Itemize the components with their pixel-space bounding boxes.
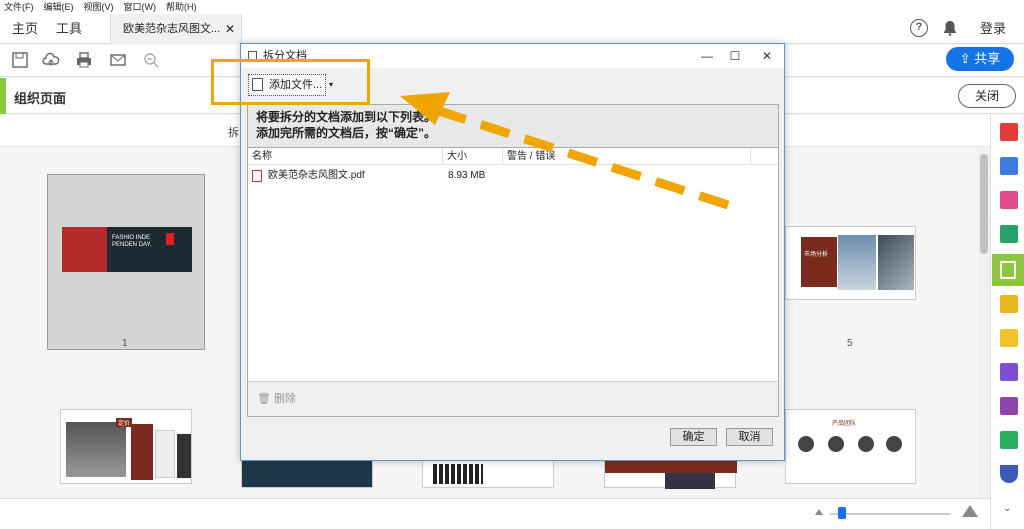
menu-file[interactable]: 文件(F): [4, 0, 34, 14]
page-1-title: FASHIO INDE PENDEN DAY.: [112, 235, 152, 248]
trash-icon: 🗑: [257, 393, 275, 405]
page-1-image: FASHIO INDE PENDEN DAY.: [62, 227, 192, 272]
split-icon: [1000, 261, 1016, 279]
organize-pages-icon[interactable]: [1000, 191, 1018, 209]
page-thumbnail-8[interactable]: [422, 458, 554, 488]
file-name: 欧美范杂志风图文.pdf: [268, 170, 365, 181]
page-10-avatar-3: [858, 436, 874, 452]
zoom-small-icon[interactable]: [815, 509, 823, 515]
menu-edit[interactable]: 编辑(E): [44, 0, 74, 14]
share-button[interactable]: ⇪ 共享: [946, 47, 1014, 71]
print-icon[interactable]: [75, 51, 93, 69]
file-list-footer: [247, 381, 779, 417]
dashed-arrow-icon: [400, 92, 730, 210]
menu-view[interactable]: 视图(V): [84, 0, 114, 14]
zoom-slider-handle[interactable]: [838, 507, 846, 519]
help-icon[interactable]: ?: [910, 19, 928, 37]
zoom-slider-track[interactable]: [830, 513, 950, 515]
delete-button[interactable]: 🗑 删除: [257, 390, 296, 406]
page-5-title: 市场分析: [804, 252, 829, 258]
tab-document[interactable]: 欧美范杂志风图文... ✕: [110, 14, 242, 44]
highlight-box: [211, 59, 370, 105]
page-1-red-tag: [166, 233, 174, 245]
bell-icon[interactable]: [943, 20, 957, 36]
scrollbar-thumb[interactable]: [980, 154, 988, 254]
page-1-red-block: [62, 227, 107, 272]
page-6-title: 定价: [116, 418, 133, 427]
right-tool-panel: ⌄: [990, 115, 1024, 529]
page-6-price-card-1: [131, 424, 153, 480]
page-9-banner: [605, 459, 737, 473]
combine-files-icon[interactable]: [1000, 157, 1018, 175]
fill-sign-icon[interactable]: [1000, 363, 1018, 381]
menu-window[interactable]: 窗口(W): [124, 0, 157, 14]
page-thumbnail-1[interactable]: FASHIO INDE PENDEN DAY.: [47, 174, 205, 350]
export-pdf-icon[interactable]: [1000, 225, 1018, 243]
share-icon: ⇪: [959, 51, 975, 66]
page-10-avatar-1: [798, 436, 814, 452]
page-8-image: [433, 464, 483, 484]
page-thumbnail-7[interactable]: [241, 458, 373, 488]
minimize-icon[interactable]: —: [697, 47, 717, 65]
mail-icon[interactable]: [109, 51, 127, 69]
login-link[interactable]: 登录: [980, 18, 1006, 37]
share-label: 共享: [974, 51, 1001, 66]
zoom-large-icon[interactable]: [962, 505, 978, 517]
close-dialog-icon[interactable]: ✕: [757, 47, 777, 65]
save-icon[interactable]: [11, 51, 29, 69]
maximize-icon[interactable]: ☐: [725, 47, 745, 65]
chevron-down-icon[interactable]: ⌄: [1003, 503, 1011, 514]
page-5-red-panel: [801, 237, 837, 287]
tab-home[interactable]: 主页: [12, 14, 38, 44]
page-10-avatar-2: [828, 436, 844, 452]
page-5-photo-2: [878, 235, 914, 290]
page-thumbnail-6[interactable]: 定价: [60, 409, 192, 484]
page-10-title: 产品团队: [832, 421, 857, 427]
close-tab-icon[interactable]: ✕: [225, 14, 235, 44]
bottom-bar: [0, 498, 990, 529]
menu-bar: 文件(F) 编辑(E) 视图(V) 窗口(W) 帮助(H): [0, 0, 1024, 14]
create-pdf-icon[interactable]: [1000, 123, 1018, 141]
tab-bar: 主页 工具 欧美范杂志风图文... ✕: [0, 14, 1024, 44]
comment-icon[interactable]: [1000, 329, 1018, 347]
split-tool-active[interactable]: [992, 254, 1024, 286]
page-6-price-card-2: [155, 430, 175, 478]
delete-label: 删除: [274, 393, 297, 405]
page-6-photo: [66, 422, 126, 477]
page-number-1: 1: [122, 338, 128, 349]
page-9-photo: [665, 473, 715, 489]
upload-cloud-icon[interactable]: [42, 51, 60, 69]
tab-tools[interactable]: 工具: [56, 14, 82, 44]
page-number-5: 5: [847, 338, 853, 349]
page-thumbnail-5[interactable]: 市场分析: [785, 226, 916, 300]
split-label: 拆: [228, 127, 239, 139]
protect-shield-icon[interactable]: [1000, 465, 1018, 483]
organize-accent: [0, 78, 6, 114]
edit-pdf-icon[interactable]: [1000, 295, 1018, 313]
menu-help[interactable]: 帮助(H): [166, 0, 197, 14]
page-6-price-card-3: [177, 434, 191, 478]
zoom-out-icon[interactable]: [142, 51, 160, 69]
cancel-button[interactable]: 取消: [726, 428, 773, 446]
tab-document-label: 欧美范杂志风图文...: [123, 23, 221, 35]
pdf-file-icon: [252, 170, 262, 182]
close-organize-button[interactable]: 关闭: [958, 84, 1016, 108]
page-thumbnail-10[interactable]: 产品团队: [785, 409, 916, 484]
page-10-avatar-4: [886, 436, 902, 452]
vertical-scrollbar[interactable]: [978, 148, 990, 498]
organize-title: 组织页面: [14, 91, 67, 106]
send-signature-icon[interactable]: [1000, 397, 1018, 415]
page-thumbnail-9[interactable]: [604, 458, 737, 489]
ok-button[interactable]: 确定: [670, 428, 717, 446]
print-production-icon[interactable]: [1000, 431, 1018, 449]
page-5-photo-1: [838, 235, 876, 290]
